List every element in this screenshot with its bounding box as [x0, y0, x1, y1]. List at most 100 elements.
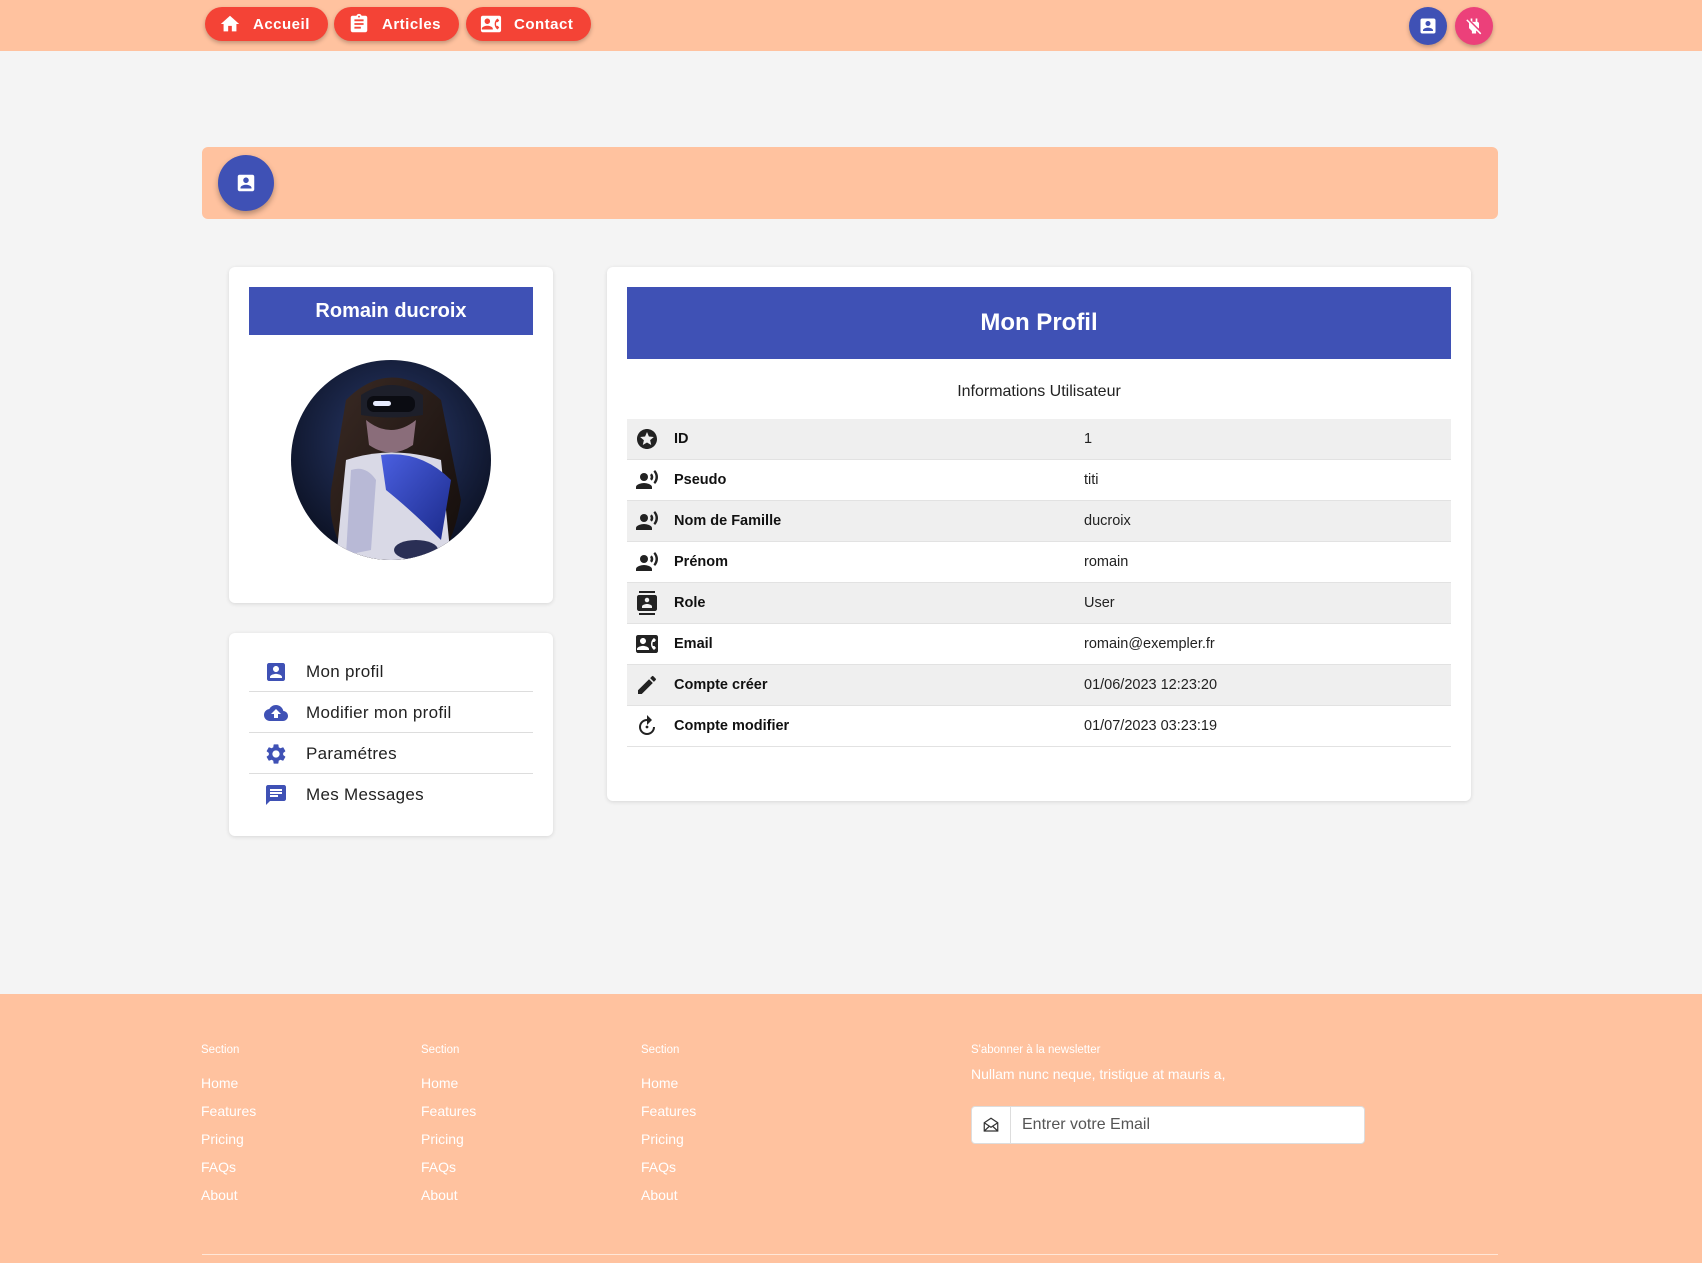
user-card: Romain ducroix [229, 267, 553, 603]
table-row: Compte créer 01/06/2023 12:23:20 [627, 665, 1451, 706]
power-off-icon [1466, 18, 1482, 35]
footer-link-features[interactable]: Features [421, 1097, 476, 1125]
row-value: romain [1084, 554, 1129, 570]
menu-item-modifier-profil[interactable]: Modifier mon profil [249, 693, 533, 733]
newsletter-heading: S'abonner à la newsletter [971, 1044, 1101, 1056]
footer-column: Section Home Features Pricing FAQs About [201, 1044, 256, 1209]
footer-link-faqs[interactable]: FAQs [201, 1153, 256, 1181]
logout-button[interactable] [1455, 7, 1493, 45]
nav-articles-label: Articles [382, 15, 442, 33]
footer-link-faqs[interactable]: FAQs [421, 1153, 476, 1181]
row-label-cell: Pseudo [627, 460, 1074, 500]
row-label-cell: Email [627, 624, 1074, 664]
footer-link-pricing[interactable]: Pricing [641, 1125, 696, 1153]
footer: Section Home Features Pricing FAQs About… [0, 994, 1702, 1263]
table-row: Email romain@exempler.fr [627, 624, 1451, 665]
row-label-cell: ID [627, 419, 1074, 459]
account-box-icon [237, 174, 255, 192]
footer-divider [202, 1254, 1498, 1255]
row-value: ducroix [1084, 513, 1131, 529]
nav-contact-button[interactable]: Contact [466, 7, 592, 41]
footer-column-heading: Section [421, 1044, 460, 1056]
footer-column: Section Home Features Pricing FAQs About [421, 1044, 476, 1209]
cloud-upload-icon [264, 704, 288, 721]
row-label: Prénom [674, 554, 728, 570]
table-row: Nom de Famille ducroix [627, 501, 1451, 542]
top-navbar: Accueil Articles Contact [0, 0, 1702, 51]
footer-link-pricing[interactable]: Pricing [421, 1125, 476, 1153]
row-label: ID [674, 431, 689, 447]
menu-item-label: Modifier mon profil [306, 702, 452, 722]
contact-card-icon [480, 15, 502, 33]
gear-icon [266, 743, 286, 764]
menu-item-parametres[interactable]: Paramétres [249, 734, 533, 774]
refresh-icon [639, 715, 655, 735]
row-value: titi [1084, 472, 1099, 488]
contact-card-icon [636, 635, 658, 653]
footer-link-home[interactable]: Home [201, 1069, 256, 1097]
footer-link-pricing[interactable]: Pricing [201, 1125, 256, 1153]
nav-accueil-button[interactable]: Accueil [205, 7, 328, 41]
footer-link-features[interactable]: Features [201, 1097, 256, 1125]
menu-item-mon-profil[interactable]: Mon profil [249, 652, 533, 692]
row-label-cell: Compte créer [627, 665, 1074, 705]
envelope-icon [972, 1107, 1011, 1143]
row-label: Nom de Famille [674, 513, 782, 529]
newsletter-email-field [971, 1106, 1365, 1144]
side-menu: Mon profil Modifier mon profil Paramétre… [229, 633, 553, 836]
table-row: Role User [627, 583, 1451, 624]
avatar [291, 360, 491, 560]
footer-column-heading: Section [201, 1044, 240, 1056]
row-value: 01/06/2023 12:23:20 [1084, 677, 1218, 693]
voice-person-icon [636, 511, 658, 530]
profile-banner [202, 147, 1498, 219]
menu-item-label: Mon profil [306, 661, 384, 681]
row-value: 01/07/2023 03:23:19 [1084, 718, 1218, 734]
row-label: Compte créer [674, 677, 768, 693]
footer-link-home[interactable]: Home [641, 1069, 696, 1097]
footer-link-about[interactable]: About [641, 1181, 696, 1209]
footer-link-features[interactable]: Features [641, 1097, 696, 1125]
voice-person-icon [636, 552, 658, 571]
nav-articles-button[interactable]: Articles [334, 7, 460, 41]
voice-person-icon [636, 470, 658, 489]
row-label: Pseudo [674, 472, 727, 488]
message-icon [266, 785, 286, 805]
footer-column: Section Home Features Pricing FAQs About [641, 1044, 696, 1209]
footer-link-faqs[interactable]: FAQs [641, 1153, 696, 1181]
home-icon [220, 15, 240, 32]
account-button[interactable] [1409, 7, 1447, 45]
footer-link-home[interactable]: Home [421, 1069, 476, 1097]
account-box-icon [267, 662, 285, 681]
menu-item-label: Paramétres [306, 743, 397, 763]
profile-info-table: ID 1 Pseudo titi Nom de Famille ducroix … [627, 419, 1451, 747]
account-box-icon [1420, 18, 1436, 34]
clipboard-icon [350, 13, 368, 33]
row-label-cell: Nom de Famille [627, 501, 1074, 541]
newsletter-text: Nullam nunc neque, tristique at mauris a… [971, 1066, 1226, 1082]
row-label-cell: Prénom [627, 542, 1074, 582]
row-label-cell: Compte modifier [627, 706, 1074, 746]
nav-accueil-label: Accueil [253, 15, 310, 33]
vr-headset-person-photo [291, 360, 491, 560]
table-row: Compte modifier 01/07/2023 03:23:19 [627, 706, 1451, 747]
newsletter-email-input[interactable] [1011, 1107, 1364, 1143]
banner-profile-button[interactable] [218, 155, 274, 211]
star-circle-icon [637, 429, 657, 449]
row-label: Compte modifier [674, 718, 790, 734]
nav-contact-label: Contact [514, 15, 574, 33]
footer-link-about[interactable]: About [201, 1181, 256, 1209]
row-value: 1 [1084, 431, 1093, 447]
profile-title: Mon Profil [627, 287, 1451, 359]
menu-item-mes-messages[interactable]: Mes Messages [249, 775, 533, 815]
row-label: Email [674, 636, 713, 652]
table-row: ID 1 [627, 419, 1451, 460]
footer-link-about[interactable]: About [421, 1181, 476, 1209]
row-label-cell: Role [627, 583, 1074, 623]
table-row: Pseudo titi [627, 460, 1451, 501]
table-row: Prénom romain [627, 542, 1451, 583]
row-label: Role [674, 595, 706, 611]
user-name: Romain ducroix [249, 287, 533, 335]
row-value: romain@exempler.fr [1084, 636, 1215, 652]
row-value: User [1084, 595, 1115, 611]
